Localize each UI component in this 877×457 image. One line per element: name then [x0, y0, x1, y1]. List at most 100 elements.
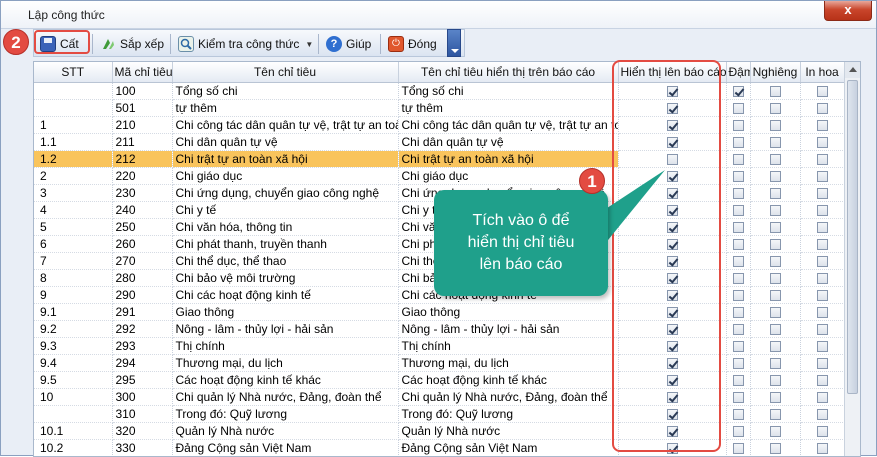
toolbar-overflow-button[interactable] — [447, 29, 461, 57]
table-row[interactable]: 310 Trong đó: Quỹ lương Trong đó: Quỹ lươn… — [34, 405, 845, 423]
scrollbar-thumb[interactable] — [847, 80, 858, 394]
row-name[interactable]: Tổng số chi — [172, 82, 399, 100]
bold-checkbox[interactable] — [732, 221, 744, 233]
show-on-report-checkbox[interactable] — [666, 289, 678, 301]
row-name[interactable]: Chi quản lý Nhà nước, Đảng, đoàn thể — [172, 388, 399, 406]
row-code[interactable]: 294 — [112, 354, 173, 372]
row-stt[interactable]: 1.2 — [34, 150, 113, 168]
uppercase-checkbox[interactable] — [816, 153, 828, 165]
uppercase-checkbox[interactable] — [816, 340, 828, 352]
uppercase-checkbox[interactable] — [816, 102, 828, 114]
row-stt[interactable]: 9 — [34, 286, 113, 304]
table-row[interactable]: 100 Tổng số chi Tổng số chi — [34, 82, 845, 100]
show-on-report-checkbox[interactable] — [666, 391, 678, 403]
window-close-button[interactable]: x — [824, 1, 872, 21]
row-code[interactable]: 293 — [112, 337, 173, 355]
row-name[interactable]: Nông - lâm - thủy lợi - hải sản — [172, 320, 399, 338]
row-code[interactable]: 290 — [112, 286, 173, 304]
column-header-show-on-report[interactable]: Hiển thị lên báo cáo — [618, 62, 727, 83]
row-name[interactable]: Các hoạt động kinh tế khác — [172, 371, 399, 389]
uppercase-checkbox[interactable] — [816, 391, 828, 403]
row-name[interactable]: Giao thông — [172, 303, 399, 321]
table-row[interactable]: 1 210 Chi công tác dân quân tự vệ, trật tự… — [34, 116, 845, 134]
row-stt[interactable]: 9.3 — [34, 337, 113, 355]
italic-checkbox[interactable] — [769, 289, 781, 301]
table-row[interactable]: 9.2 292 Nông - lâm - thủy lợi - hải sản Nôn… — [34, 320, 845, 338]
check-formula-button[interactable]: Kiểm tra công thức ▼ — [174, 33, 317, 55]
bold-checkbox[interactable] — [732, 442, 744, 454]
row-name[interactable]: Chi phát thanh, truyền thanh — [172, 235, 399, 253]
table-row[interactable]: 10.1 320 Quản lý Nhà nước Quản lý Nhà nước — [34, 422, 845, 440]
row-name[interactable]: Chi bảo vệ môi trường — [172, 269, 399, 287]
row-code[interactable]: 292 — [112, 320, 173, 338]
show-on-report-checkbox[interactable] — [666, 408, 678, 420]
table-row[interactable]: 9.4 294 Thương mại, du lịch Thương mại, du … — [34, 354, 845, 372]
cut-button[interactable]: Cất — [36, 33, 83, 55]
row-stt[interactable]: 1.1 — [34, 133, 113, 151]
row-name[interactable]: Chi các hoạt động kinh tế — [172, 286, 399, 304]
row-display-name[interactable]: Thị chính — [398, 337, 619, 355]
row-display-name[interactable]: Giao thông — [398, 303, 619, 321]
row-stt[interactable]: 2 — [34, 167, 113, 185]
bold-checkbox[interactable] — [732, 119, 744, 131]
column-header-display-name[interactable]: Tên chỉ tiêu hiển thị trên báo cáo — [398, 62, 619, 83]
row-display-name[interactable]: Quản lý Nhà nước — [398, 422, 619, 440]
show-on-report-checkbox[interactable] — [666, 119, 678, 131]
row-display-name[interactable]: tự thêm — [398, 99, 619, 117]
show-on-report-checkbox[interactable] — [666, 323, 678, 335]
italic-checkbox[interactable] — [769, 102, 781, 114]
row-name[interactable]: Chi dân quân tự vệ — [172, 133, 399, 151]
uppercase-checkbox[interactable] — [816, 238, 828, 250]
row-code[interactable]: 295 — [112, 371, 173, 389]
column-header-code[interactable]: Mã chỉ tiêu — [112, 62, 173, 83]
row-display-name[interactable]: Tổng số chi — [398, 82, 619, 100]
row-stt[interactable]: 9.1 — [34, 303, 113, 321]
italic-checkbox[interactable] — [769, 204, 781, 216]
row-name[interactable]: Thị chính — [172, 337, 399, 355]
uppercase-checkbox[interactable] — [816, 187, 828, 199]
row-stt[interactable] — [34, 99, 113, 117]
row-display-name[interactable]: Đảng Cộng sản Việt Nam — [398, 439, 619, 456]
italic-checkbox[interactable] — [769, 408, 781, 420]
row-stt[interactable]: 5 — [34, 218, 113, 236]
italic-checkbox[interactable] — [769, 425, 781, 437]
uppercase-checkbox[interactable] — [816, 357, 828, 369]
uppercase-checkbox[interactable] — [816, 408, 828, 420]
uppercase-checkbox[interactable] — [816, 119, 828, 131]
italic-checkbox[interactable] — [769, 442, 781, 454]
bold-checkbox[interactable] — [732, 340, 744, 352]
row-code[interactable]: 250 — [112, 218, 173, 236]
row-stt[interactable]: 7 — [34, 252, 113, 270]
row-code[interactable]: 100 — [112, 82, 173, 100]
italic-checkbox[interactable] — [769, 323, 781, 335]
uppercase-checkbox[interactable] — [816, 442, 828, 454]
italic-checkbox[interactable] — [769, 272, 781, 284]
uppercase-checkbox[interactable] — [816, 323, 828, 335]
table-row[interactable]: 501 tự thêm tự thêm — [34, 99, 845, 117]
row-display-name[interactable]: Các hoạt động kinh tế khác — [398, 371, 619, 389]
sort-button[interactable]: Sắp xếp — [96, 33, 168, 55]
italic-checkbox[interactable] — [769, 391, 781, 403]
show-on-report-checkbox[interactable] — [666, 85, 678, 97]
table-row[interactable]: 1.1 211 Chi dân quân tự vệ Chi dân quân tự … — [34, 133, 845, 151]
row-stt[interactable]: 10 — [34, 388, 113, 406]
uppercase-checkbox[interactable] — [816, 289, 828, 301]
row-name[interactable]: Chi ứng dụng, chuyển giao công nghệ — [172, 184, 399, 202]
row-code[interactable]: 300 — [112, 388, 173, 406]
table-row[interactable]: 10 300 Chi quản lý Nhà nước, Đảng, đoàn th… — [34, 388, 845, 406]
row-stt[interactable] — [34, 405, 113, 423]
italic-checkbox[interactable] — [769, 340, 781, 352]
row-name[interactable]: Thương mại, du lịch — [172, 354, 399, 372]
italic-checkbox[interactable] — [769, 357, 781, 369]
row-code[interactable]: 270 — [112, 252, 173, 270]
bold-checkbox[interactable] — [732, 323, 744, 335]
row-stt[interactable]: 3 — [34, 184, 113, 202]
italic-checkbox[interactable] — [769, 85, 781, 97]
show-on-report-checkbox[interactable] — [666, 340, 678, 352]
column-header-bold[interactable]: Đậm — [726, 62, 751, 83]
row-code[interactable]: 210 — [112, 116, 173, 134]
italic-checkbox[interactable] — [769, 170, 781, 182]
uppercase-checkbox[interactable] — [816, 425, 828, 437]
show-on-report-checkbox[interactable] — [666, 102, 678, 114]
uppercase-checkbox[interactable] — [816, 204, 828, 216]
